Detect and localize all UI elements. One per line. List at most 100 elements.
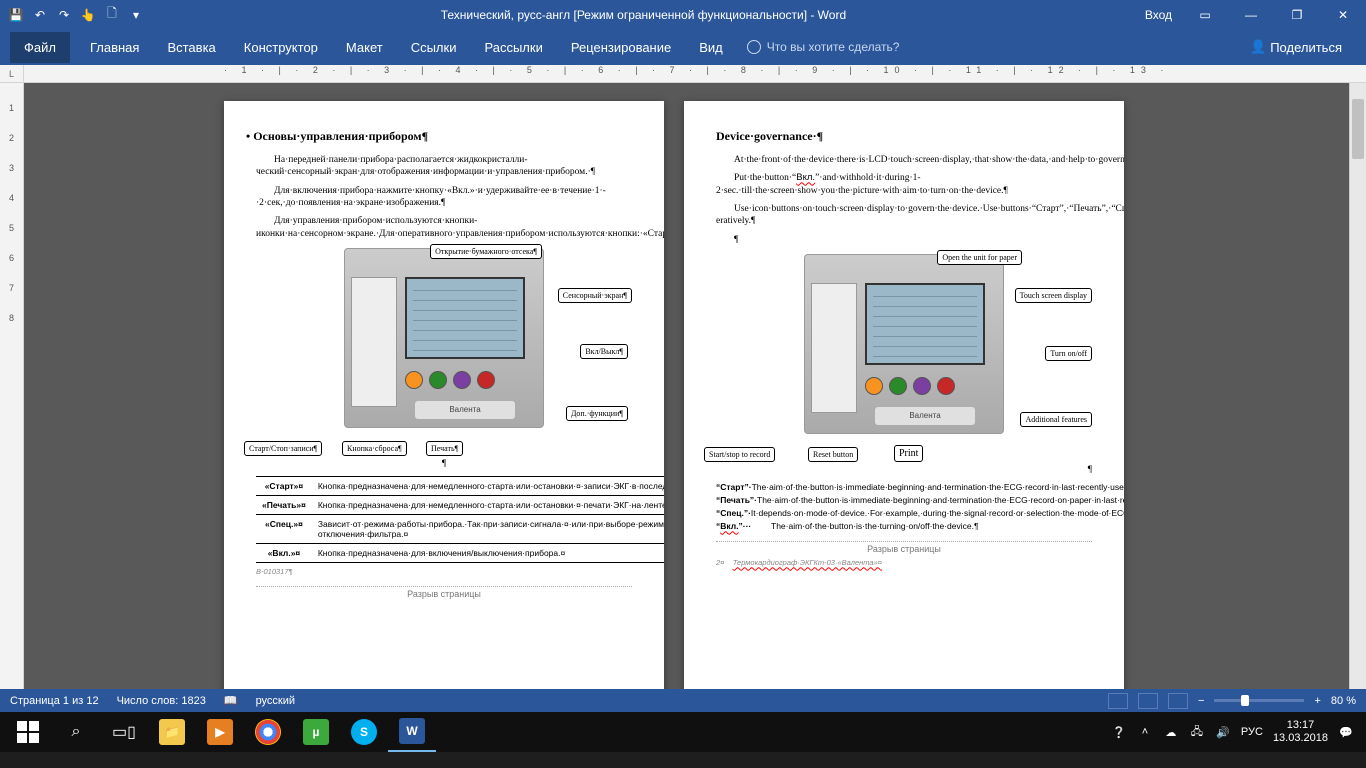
word-button[interactable]: W [388,712,436,752]
tab-design[interactable]: Конструктор [230,32,332,63]
status-words[interactable]: Число слов: 1823 [117,695,206,707]
view-web-layout-icon[interactable] [1168,693,1188,709]
clock[interactable]: 13:17 13.03.2018 [1273,719,1328,745]
document-canvas[interactable]: Основы·управления·прибором¶ На·передней·… [24,83,1349,689]
zoom-in-button[interactable]: + [1314,695,1320,707]
device-diagram-en: Валента Open the unit for paper Touch sc… [716,254,1092,444]
qat-customize-icon[interactable]: ▾ [128,7,144,23]
file-explorer-button[interactable]: 📁 [148,712,196,752]
callout-paper[interactable]: Открытие·бумажного·отсека¶ [430,244,542,259]
share-button[interactable]: 👤 Поделиться [1236,39,1356,55]
para-ru-3[interactable]: Для·управления·прибором·используются·кно… [256,215,632,240]
chrome-button[interactable] [244,712,292,752]
para-en-4[interactable]: ¶ [716,234,1092,246]
callout-print[interactable]: Печать¶ [426,441,463,456]
start-button[interactable] [4,712,52,752]
search-button[interactable]: ⌕ [52,712,100,752]
quick-access-toolbar: 💾 ↶ ↷ 👆 🗋 ▾ [0,7,152,23]
heading-ru[interactable]: Основы·управления·прибором¶ [256,129,632,144]
action-center-icon[interactable]: 💬 [1338,724,1354,740]
undo-icon[interactable]: ↶ [32,7,48,23]
def-row: “Спец.”·It·depends·on·mode·of·device.·Fo… [716,508,1092,518]
callout-extra-en[interactable]: Additional features [1020,412,1092,427]
page-2-english[interactable]: Device·governance·¶ At·the·front·of·the·… [684,101,1124,689]
ruler-horizontal[interactable]: L · 1 · | · 2 · | · 3 · | · 4 · | · 5 · … [0,65,1366,83]
view-print-layout-icon[interactable] [1138,693,1158,709]
status-page[interactable]: Страница 1 из 12 [10,695,99,707]
ruler-vertical[interactable]: 12345678 [0,83,24,689]
btn-spec-icon [453,371,471,389]
zoom-slider-knob[interactable] [1241,695,1249,706]
page-1-russian[interactable]: Основы·управления·прибором¶ На·передней·… [224,101,664,689]
torrent-button[interactable]: µ [292,712,340,752]
tell-me-placeholder: Что вы хотите сделать? [767,40,900,54]
vertical-scrollbar[interactable] [1349,83,1366,689]
tab-file[interactable]: Файл [10,32,70,63]
input-language[interactable]: РУС [1241,726,1263,738]
para-ru-1[interactable]: На·передней·панели·прибора·располагается… [256,154,632,179]
page-break-en: Разрыв страницы [716,541,1092,554]
callout-onoff-en[interactable]: Turn on/off [1045,346,1092,361]
tab-mailings[interactable]: Рассылки [470,32,556,63]
tab-references[interactable]: Ссылки [397,32,471,63]
save-icon[interactable]: 💾 [8,7,24,23]
button-table-ru[interactable]: «Старт»¤Кнопка·предназначена·для·немедле… [256,476,664,563]
onedrive-icon[interactable]: ☁ [1163,724,1179,740]
para-en-1[interactable]: At·the·front·of·the·device·there·is·LCD·… [716,154,1092,166]
para-marker[interactable]: ¶ [256,458,632,470]
para-en-2[interactable]: Put·the·button·“Вкл.”·and·withhold·it·du… [716,172,1092,197]
touch-mode-icon[interactable]: 👆 [80,7,96,23]
tab-selector[interactable]: L [0,65,24,82]
zoom-slider[interactable] [1214,699,1304,702]
task-view-button[interactable]: ▭▯ [100,712,148,752]
para-ru-2[interactable]: Для·включения·прибора·нажмите·кнопку·«Вк… [256,185,632,210]
status-language[interactable]: русский [256,695,295,707]
callout-screen-en[interactable]: Touch screen display [1015,288,1092,303]
tab-review[interactable]: Рецензирование [557,32,685,63]
tab-layout[interactable]: Макет [332,32,397,63]
para-en-3[interactable]: Use·icon·buttons·on·touch·screen·display… [716,203,1092,228]
proofing-icon[interactable]: 📖 [224,694,238,707]
network-icon[interactable]: 🖧 [1189,724,1205,740]
callout-startstop-en[interactable]: Start/stop to record [704,447,775,462]
callout-reset[interactable]: Кнопка·сброса¶ [342,441,407,456]
device-screen [865,283,985,365]
share-label: Поделиться [1270,40,1342,55]
button-defs-en[interactable]: “Старт”·The·aim·of·the·button·is·immedia… [716,482,1092,531]
view-read-mode-icon[interactable] [1108,693,1128,709]
clock-time: 13:17 [1273,719,1328,732]
callout-screen[interactable]: Сенсорный·экран¶ [558,288,632,303]
callout-extra[interactable]: Доп.·функции¶ [566,406,628,421]
maximize-icon[interactable]: ❐ [1274,0,1320,29]
callout-print-en[interactable]: Print [894,445,923,462]
zoom-out-button[interactable]: − [1198,695,1204,707]
help-icon[interactable]: ❔ [1111,724,1127,740]
table-row: «Печать»¤Кнопка·предназначена·для·немедл… [256,496,664,515]
tab-view[interactable]: Вид [685,32,737,63]
footnote-en[interactable]: 2¤ Термокардиограф·ЭКГКm-03·«Валента»¤ [716,558,1092,567]
callout-reset-en[interactable]: Reset button [808,447,858,462]
tell-me-search[interactable]: Что вы хотите сделать? [737,40,910,54]
redo-icon[interactable]: ↷ [56,7,72,23]
volume-icon[interactable]: 🔊 [1215,724,1231,740]
tab-insert[interactable]: Вставка [153,32,229,63]
callout-startstop[interactable]: Старт/Стоп·записи¶ [244,441,322,456]
callout-paper-en[interactable]: Open the unit for paper [937,250,1022,265]
footnote-ru[interactable]: В-010317¶ [256,567,632,576]
heading-en[interactable]: Device·governance·¶ [716,129,1092,144]
minimize-icon[interactable]: — [1228,0,1274,29]
signin-button[interactable]: Вход [1135,8,1182,22]
ribbon-options-icon[interactable]: ▭ [1182,0,1228,29]
ruler-h-scale: · 1 · | · 2 · | · 3 · | · 4 · | · 5 · | … [24,65,1366,82]
new-doc-icon[interactable]: 🗋 [104,7,120,23]
callout-onoff[interactable]: Вкл/Выкл¶ [580,344,628,359]
skype-button[interactable]: S [340,712,388,752]
movies-button[interactable]: ▶ [196,712,244,752]
tray-chevron-up-icon[interactable]: ˄ [1137,724,1153,740]
tab-home[interactable]: Главная [76,32,153,63]
para-marker-en[interactable]: ¶ [716,464,1092,476]
close-icon[interactable]: ✕ [1320,0,1366,29]
scrollbar-thumb[interactable] [1352,99,1364,159]
zoom-level[interactable]: 80 % [1331,695,1356,707]
window-title: Технический, русс-англ [Режим ограниченн… [152,8,1135,22]
